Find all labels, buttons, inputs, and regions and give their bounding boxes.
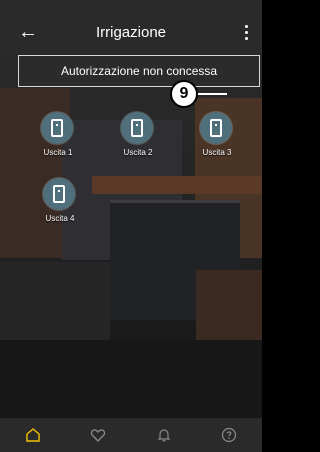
outlet-label: Uscita 3 (202, 148, 232, 157)
bottom-navigation (0, 418, 262, 452)
nav-item-help[interactable] (209, 418, 249, 452)
bell-icon (157, 429, 171, 442)
door-icon (43, 178, 75, 210)
help-icon (222, 427, 237, 443)
outlet-3-button[interactable]: Uscita 3 (187, 112, 247, 162)
outlet-2-button[interactable]: Uscita 2 (108, 112, 168, 162)
outlet-label: Uscita 4 (45, 214, 75, 223)
step-number-badge: 9 (170, 80, 198, 108)
outlet-label: Uscita 2 (123, 148, 153, 157)
heart-icon (91, 429, 106, 442)
outlet-1-button[interactable]: Uscita 1 (28, 112, 88, 162)
app-screen: ← Irrigazione Autorizzazione non concess… (0, 0, 262, 452)
authorization-banner: Autorizzazione non concessa (18, 55, 260, 87)
more-vertical-icon[interactable] (240, 20, 252, 44)
door-icon (121, 112, 153, 144)
nav-item-favorites[interactable] (78, 418, 118, 452)
app-header: ← Irrigazione (0, 0, 262, 52)
nav-item-home[interactable] (13, 418, 53, 452)
door-icon (200, 112, 232, 144)
nav-item-notifications[interactable] (144, 418, 184, 452)
outlet-label: Uscita 1 (43, 148, 73, 157)
door-icon (41, 112, 73, 144)
page-title: Irrigazione (95, 24, 167, 41)
home-icon (26, 428, 40, 442)
authorization-banner-text: Autorizzazione non concessa (60, 64, 218, 78)
outlet-4-button[interactable]: Uscita 4 (30, 178, 90, 228)
step-pointer-line (197, 93, 227, 95)
